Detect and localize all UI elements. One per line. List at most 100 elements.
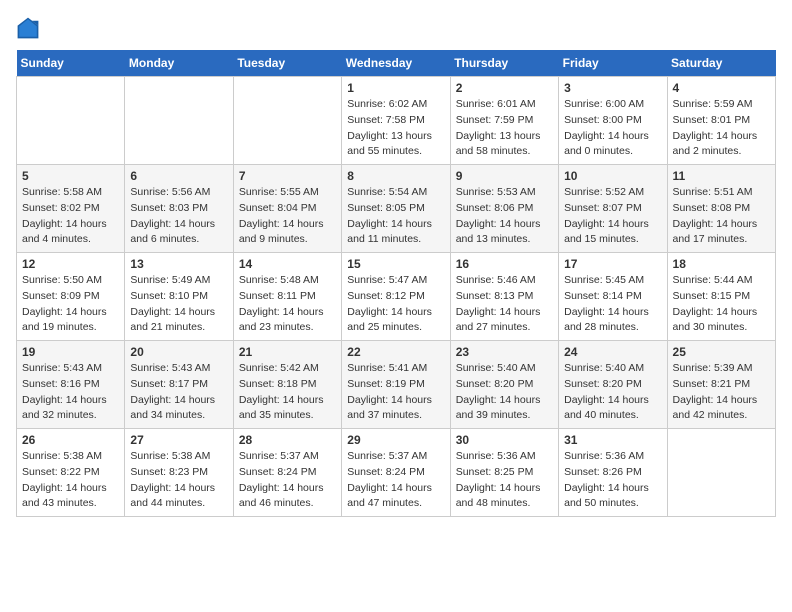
day-info: Sunrise: 6:02 AMSunset: 7:58 PMDaylight:…: [347, 97, 444, 160]
day-info: Sunrise: 5:55 AMSunset: 8:04 PMDaylight:…: [239, 185, 336, 248]
calendar-cell: 17 Sunrise: 5:45 AMSunset: 8:14 PMDayligh…: [559, 253, 667, 341]
day-info: Sunrise: 5:52 AMSunset: 8:07 PMDaylight:…: [564, 185, 661, 248]
day-number: 23: [456, 345, 553, 359]
calendar-cell: 16 Sunrise: 5:46 AMSunset: 8:13 PMDayligh…: [450, 253, 558, 341]
calendar-cell: [17, 77, 125, 165]
calendar-cell: 14Sunrise: 5:48 AMSunset: 8:11 PMDayligh…: [233, 253, 341, 341]
day-number: 19: [22, 345, 119, 359]
day-number: 5: [22, 169, 119, 183]
day-info: Sunrise: 5:51 AMSunset: 8:08 PMDaylight:…: [673, 185, 770, 248]
weekday-header-sunday: Sunday: [17, 50, 125, 77]
day-number: 17: [564, 257, 661, 271]
calendar-cell: 9Sunrise: 5:53 AMSunset: 8:06 PMDaylight…: [450, 165, 558, 253]
calendar-cell: 26Sunrise: 5:38 AMSunset: 8:22 PMDayligh…: [17, 429, 125, 517]
weekday-header-tuesday: Tuesday: [233, 50, 341, 77]
calendar-cell: 19 Sunrise: 5:43 AMSunset: 8:16 PMDayligh…: [17, 341, 125, 429]
day-number: 22: [347, 345, 444, 359]
day-number: 21: [239, 345, 336, 359]
calendar-cell: 12 Sunrise: 5:50 AMSunset: 8:09 PMDayligh…: [17, 253, 125, 341]
day-number: 29: [347, 433, 444, 447]
day-number: 8: [347, 169, 444, 183]
day-info: Sunrise: 5:37 AMSunset: 8:24 PMDaylight:…: [239, 449, 336, 512]
weekday-header-friday: Friday: [559, 50, 667, 77]
calendar-cell: 31Sunrise: 5:36 AMSunset: 8:26 PMDayligh…: [559, 429, 667, 517]
calendar-cell: 2 Sunrise: 6:01 AMSunset: 7:59 PMDaylight…: [450, 77, 558, 165]
day-number: 20: [130, 345, 227, 359]
day-info: Sunrise: 5:59 AMSunset: 8:01 PMDaylight:…: [673, 97, 770, 160]
calendar-cell: 1 Sunrise: 6:02 AMSunset: 7:58 PMDaylight…: [342, 77, 450, 165]
day-number: 11: [673, 169, 770, 183]
day-number: 31: [564, 433, 661, 447]
calendar-cell: 4 Sunrise: 5:59 AMSunset: 8:01 PMDaylight…: [667, 77, 775, 165]
day-number: 10: [564, 169, 661, 183]
day-info: Sunrise: 5:46 AMSunset: 8:13 PMDaylight:…: [456, 273, 553, 336]
logo-icon: [16, 16, 40, 40]
day-info: Sunrise: 5:43 AMSunset: 8:17 PMDaylight:…: [130, 361, 227, 424]
day-info: Sunrise: 5:49 AMSunset: 8:10 PMDaylight:…: [130, 273, 227, 336]
weekday-header-row: SundayMondayTuesdayWednesdayThursdayFrid…: [17, 50, 776, 77]
day-info: Sunrise: 5:50 AMSunset: 8:09 PMDaylight:…: [22, 273, 119, 336]
calendar-cell: 13 Sunrise: 5:49 AMSunset: 8:10 PMDayligh…: [125, 253, 233, 341]
day-info: Sunrise: 5:39 AMSunset: 8:21 PMDaylight:…: [673, 361, 770, 424]
week-row-1: 5 Sunrise: 5:58 AMSunset: 8:02 PMDaylight…: [17, 165, 776, 253]
calendar-cell: 23 Sunrise: 5:40 AMSunset: 8:20 PMDayligh…: [450, 341, 558, 429]
week-row-2: 12 Sunrise: 5:50 AMSunset: 8:09 PMDayligh…: [17, 253, 776, 341]
calendar-cell: 29Sunrise: 5:37 AMSunset: 8:24 PMDayligh…: [342, 429, 450, 517]
day-info: Sunrise: 5:45 AMSunset: 8:14 PMDaylight:…: [564, 273, 661, 336]
day-number: 13: [130, 257, 227, 271]
day-info: Sunrise: 5:54 AMSunset: 8:05 PMDaylight:…: [347, 185, 444, 248]
day-number: 1: [347, 81, 444, 95]
calendar-cell: 7 Sunrise: 5:55 AMSunset: 8:04 PMDaylight…: [233, 165, 341, 253]
day-info: Sunrise: 5:47 AMSunset: 8:12 PMDaylight:…: [347, 273, 444, 336]
day-number: 6: [130, 169, 227, 183]
day-number: 24: [564, 345, 661, 359]
day-number: 4: [673, 81, 770, 95]
calendar-cell: 11 Sunrise: 5:51 AMSunset: 8:08 PMDayligh…: [667, 165, 775, 253]
day-number: 2: [456, 81, 553, 95]
day-number: 14: [239, 257, 336, 271]
calendar-cell: [233, 77, 341, 165]
day-info: Sunrise: 5:41 AMSunset: 8:19 PMDaylight:…: [347, 361, 444, 424]
weekday-header-wednesday: Wednesday: [342, 50, 450, 77]
week-row-4: 26Sunrise: 5:38 AMSunset: 8:22 PMDayligh…: [17, 429, 776, 517]
day-info: Sunrise: 5:40 AMSunset: 8:20 PMDaylight:…: [564, 361, 661, 424]
day-number: 18: [673, 257, 770, 271]
calendar-cell: 27Sunrise: 5:38 AMSunset: 8:23 PMDayligh…: [125, 429, 233, 517]
day-number: 7: [239, 169, 336, 183]
day-info: Sunrise: 6:01 AMSunset: 7:59 PMDaylight:…: [456, 97, 553, 160]
calendar-cell: 10 Sunrise: 5:52 AMSunset: 8:07 PMDayligh…: [559, 165, 667, 253]
calendar-cell: [125, 77, 233, 165]
day-info: Sunrise: 5:40 AMSunset: 8:20 PMDaylight:…: [456, 361, 553, 424]
logo: [16, 16, 44, 40]
day-number: 27: [130, 433, 227, 447]
day-number: 30: [456, 433, 553, 447]
calendar-cell: 21 Sunrise: 5:42 AMSunset: 8:18 PMDayligh…: [233, 341, 341, 429]
calendar-cell: 24 Sunrise: 5:40 AMSunset: 8:20 PMDayligh…: [559, 341, 667, 429]
day-info: Sunrise: 5:44 AMSunset: 8:15 PMDaylight:…: [673, 273, 770, 336]
calendar-cell: 30 Sunrise: 5:36 AMSunset: 8:25 PMDayligh…: [450, 429, 558, 517]
calendar-cell: 28 Sunrise: 5:37 AMSunset: 8:24 PMDayligh…: [233, 429, 341, 517]
day-number: 12: [22, 257, 119, 271]
day-number: 3: [564, 81, 661, 95]
day-info: Sunrise: 5:56 AMSunset: 8:03 PMDaylight:…: [130, 185, 227, 248]
day-number: 16: [456, 257, 553, 271]
day-number: 9: [456, 169, 553, 183]
weekday-header-thursday: Thursday: [450, 50, 558, 77]
day-info: Sunrise: 5:38 AMSunset: 8:22 PMDaylight:…: [22, 449, 119, 512]
calendar-cell: 22 Sunrise: 5:41 AMSunset: 8:19 PMDayligh…: [342, 341, 450, 429]
calendar-cell: [667, 429, 775, 517]
week-row-0: 1 Sunrise: 6:02 AMSunset: 7:58 PMDaylight…: [17, 77, 776, 165]
calendar-cell: 25Sunrise: 5:39 AMSunset: 8:21 PMDayligh…: [667, 341, 775, 429]
week-row-3: 19 Sunrise: 5:43 AMSunset: 8:16 PMDayligh…: [17, 341, 776, 429]
day-info: Sunrise: 5:58 AMSunset: 8:02 PMDaylight:…: [22, 185, 119, 248]
weekday-header-monday: Monday: [125, 50, 233, 77]
calendar-cell: 18 Sunrise: 5:44 AMSunset: 8:15 PMDayligh…: [667, 253, 775, 341]
calendar-cell: 5 Sunrise: 5:58 AMSunset: 8:02 PMDaylight…: [17, 165, 125, 253]
calendar-cell: 15 Sunrise: 5:47 AMSunset: 8:12 PMDayligh…: [342, 253, 450, 341]
calendar-table: SundayMondayTuesdayWednesdayThursdayFrid…: [16, 50, 776, 517]
day-info: Sunrise: 5:43 AMSunset: 8:16 PMDaylight:…: [22, 361, 119, 424]
day-info: Sunrise: 5:42 AMSunset: 8:18 PMDaylight:…: [239, 361, 336, 424]
day-info: Sunrise: 5:36 AMSunset: 8:25 PMDaylight:…: [456, 449, 553, 512]
day-number: 15: [347, 257, 444, 271]
day-number: 28: [239, 433, 336, 447]
